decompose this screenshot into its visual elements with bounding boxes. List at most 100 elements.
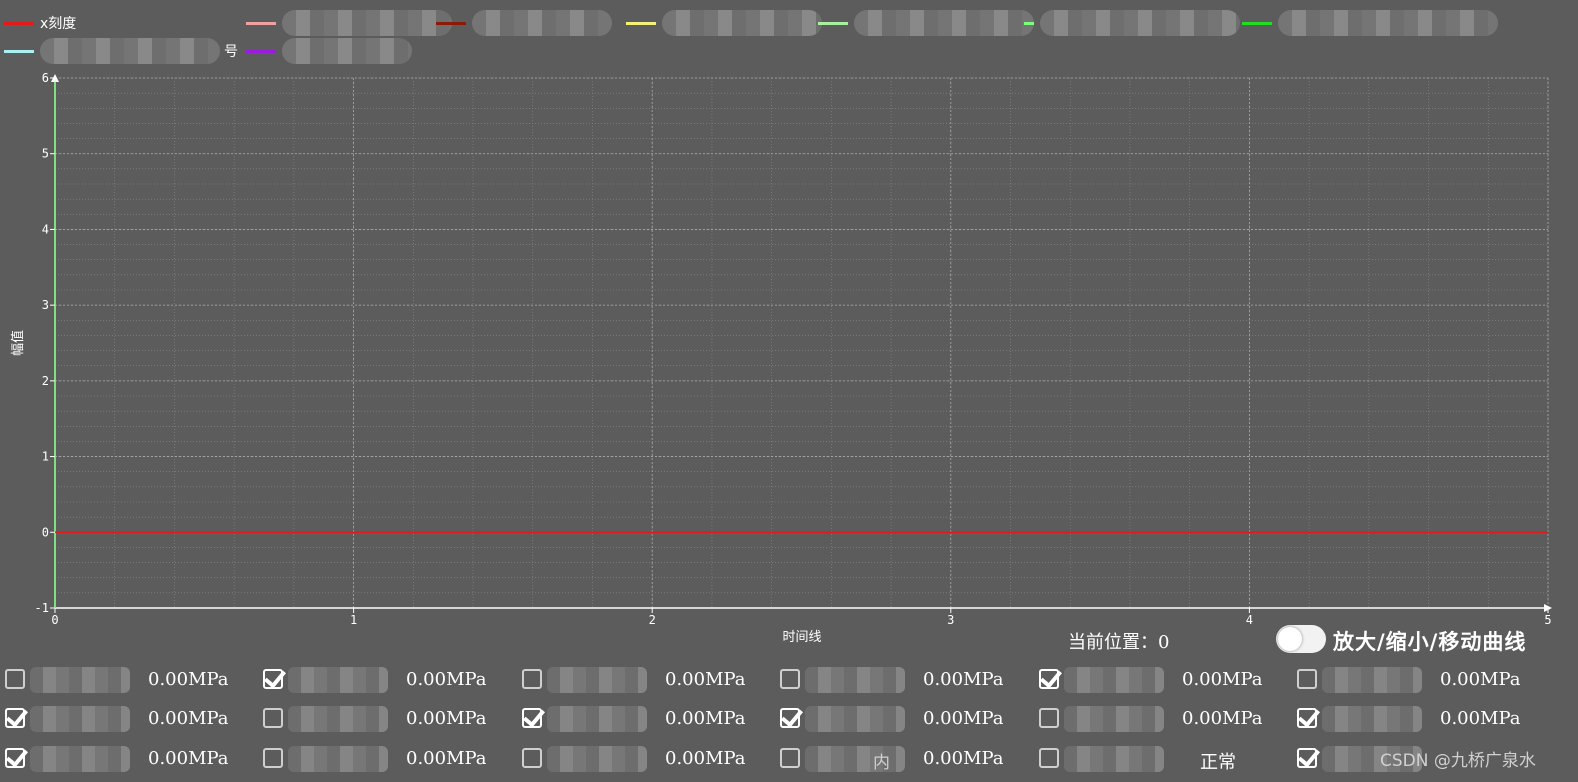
- x-tick-label: 1: [350, 613, 357, 627]
- sensor-value: 0.00MPa: [1182, 669, 1263, 690]
- sensor-cell: 0.00MPa: [517, 740, 775, 778]
- current-position-value: 0: [1158, 632, 1170, 653]
- sensor-checkbox[interactable]: [5, 748, 25, 768]
- sensor-name-redacted: [547, 667, 647, 693]
- sensor-value: 0.00MPa: [148, 669, 229, 690]
- sensor-cell: 0.00MPa: [258, 740, 516, 778]
- zoom-move-toggle[interactable]: [1276, 625, 1326, 653]
- y-tick-label: 5: [42, 147, 49, 161]
- sensor-name-redacted: [1064, 706, 1164, 732]
- y-tick-label: 3: [42, 298, 49, 312]
- sensor-name-redacted: [288, 746, 388, 772]
- sensor-value: 0.00MPa: [923, 748, 1004, 769]
- sensor-name-redacted: [30, 706, 130, 732]
- sensor-value: 0.00MPa: [1440, 708, 1521, 729]
- y-axis-label: 幅值: [10, 330, 26, 356]
- sensor-value: 0.00MPa: [148, 708, 229, 729]
- sensor-checkbox[interactable]: [780, 669, 800, 689]
- sensor-row: 0.00MPa 0.00MPa 0.00MPa 0.00MPa 0.00MPa 0.00M…: [0, 661, 1578, 699]
- toggle-knob: [1278, 627, 1302, 651]
- sensor-checkbox[interactable]: [5, 708, 25, 728]
- y-tick-label: 4: [42, 222, 49, 236]
- sensor-cell: 0.00MPa: [258, 661, 516, 699]
- sensor-checkbox[interactable]: [1297, 708, 1317, 728]
- sensor-checkbox[interactable]: [263, 708, 283, 728]
- x-tick-label: 2: [649, 613, 656, 627]
- y-tick-label: 2: [42, 374, 49, 388]
- sensor-checkbox[interactable]: [263, 748, 283, 768]
- sensor-cell: 0.00MPa: [517, 700, 775, 738]
- sensor-cell: 0.00MPa: [258, 700, 516, 738]
- sensor-value: 0.00MPa: [923, 708, 1004, 729]
- sensor-checkbox[interactable]: [1297, 748, 1317, 768]
- sensor-name-redacted: [30, 667, 130, 693]
- sensor-row: 0.00MPa 0.00MPa 0.00MPa 0.00MPa 0.00MPa 0.00M…: [0, 700, 1578, 738]
- sensor-name-redacted: [547, 746, 647, 772]
- sensor-name-redacted: [288, 706, 388, 732]
- current-position: 当前位置：0: [1068, 628, 1169, 654]
- sensor-value: 0.00MPa: [665, 669, 746, 690]
- axes: [51, 74, 1552, 612]
- sensor-name-suffix: 内: [873, 753, 890, 773]
- sensor-name-redacted: [805, 667, 905, 693]
- sensor-cell: 0.00MPa: [517, 661, 775, 699]
- sensor-name-redacted: [805, 746, 905, 772]
- sensor-value: 0.00MPa: [1440, 669, 1521, 690]
- sensor-value: 0.00MPa: [1182, 708, 1263, 729]
- sensor-cell: 0.00MPa: [0, 661, 258, 699]
- sensor-value: 正常: [1200, 752, 1236, 773]
- x-tick-label: 0: [51, 613, 58, 627]
- watermark: CSDN @九桥广泉水: [1380, 751, 1536, 771]
- sensor-name-redacted: [1064, 667, 1164, 693]
- x-tick-label: 3: [947, 613, 954, 627]
- sensor-checkbox[interactable]: [1039, 748, 1059, 768]
- sensor-value: 0.00MPa: [923, 669, 1004, 690]
- sensor-name-redacted: [1322, 667, 1422, 693]
- sensor-checkbox[interactable]: [5, 669, 25, 689]
- sensor-cell: 内 0.00MPa: [775, 740, 1033, 778]
- sensor-value: 0.00MPa: [406, 708, 487, 729]
- sensor-checkbox[interactable]: [522, 669, 542, 689]
- sensor-value: 0.00MPa: [406, 669, 487, 690]
- grid-minor: [54, 77, 1549, 609]
- sensor-value: 0.00MPa: [665, 748, 746, 769]
- sensor-cell: 0.00MPa: [1292, 661, 1550, 699]
- y-tick-label: 0: [42, 525, 49, 539]
- sensor-cell: 0.00MPa: [0, 700, 258, 738]
- sensor-checkbox[interactable]: [780, 708, 800, 728]
- sensor-checkbox[interactable]: [522, 708, 542, 728]
- x-tick-label: 4: [1246, 613, 1253, 627]
- y-tick-label: 6: [42, 71, 49, 85]
- sensor-cell: 0.00MPa: [1034, 661, 1292, 699]
- sensor-name-redacted: [1064, 746, 1164, 772]
- sensor-name-redacted: [30, 746, 130, 772]
- sensor-cell: 0.00MPa: [775, 661, 1033, 699]
- sensor-checkbox[interactable]: [263, 669, 283, 689]
- sensor-checkbox[interactable]: [522, 748, 542, 768]
- y-tick-label: 1: [42, 450, 49, 464]
- chart[interactable]: 0 1 2 3 4 5-10123456 时间线 幅值: [0, 0, 1578, 650]
- ticks: 0 1 2 3 4 5-10123456: [35, 71, 1552, 627]
- sensor-value: 0.00MPa: [665, 708, 746, 729]
- zoom-move-toggle-label: 放大/缩小/移动曲线: [1333, 630, 1527, 654]
- sensor-checkbox[interactable]: [1039, 669, 1059, 689]
- sensor-value: 0.00MPa: [406, 748, 487, 769]
- x-tick-label: 5: [1544, 613, 1551, 627]
- sensor-cell: 0.00MPa: [1292, 700, 1550, 738]
- y-tick-label: -1: [35, 601, 49, 615]
- sensor-name-redacted: [288, 667, 388, 693]
- grid-major: [54, 77, 1549, 609]
- sensor-name-redacted: [805, 706, 905, 732]
- sensor-name-redacted: [547, 706, 647, 732]
- sensor-checkbox[interactable]: [780, 748, 800, 768]
- sensor-value: 0.00MPa: [148, 748, 229, 769]
- sensor-name-redacted: [1322, 706, 1422, 732]
- sensor-cell: 0.00MPa: [1034, 700, 1292, 738]
- sensor-row: 0.00MPa 0.00MPa 0.00MPa 内 0.00MPa 正常: [0, 740, 1578, 778]
- sensor-cell: 0.00MPa: [0, 740, 258, 778]
- current-position-label: 当前位置：: [1068, 632, 1158, 653]
- x-axis-label: 时间线: [782, 630, 821, 645]
- sensor-checkbox[interactable]: [1039, 708, 1059, 728]
- sensor-cell: 0.00MPa: [775, 700, 1033, 738]
- sensor-checkbox[interactable]: [1297, 669, 1317, 689]
